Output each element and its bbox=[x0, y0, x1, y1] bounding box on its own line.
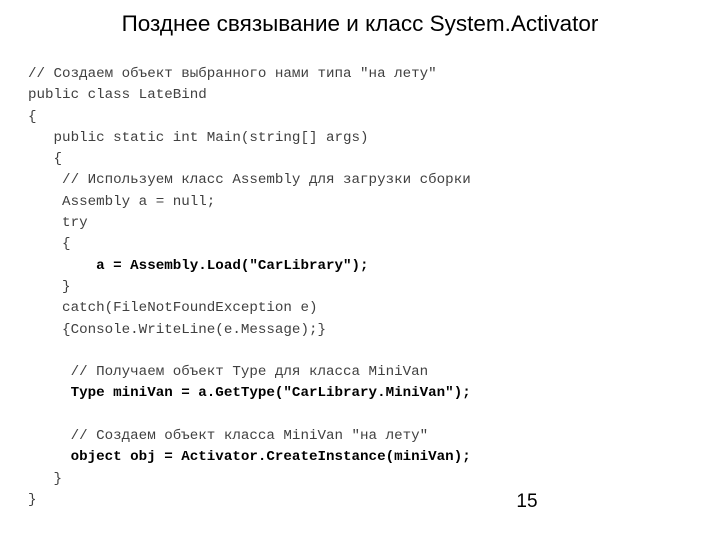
code-line: {Console.WriteLine(e.Message);} bbox=[28, 321, 326, 338]
code-line: object obj = Activator.CreateInstance(mi… bbox=[28, 449, 471, 466]
code-line: public class LateBind bbox=[28, 87, 207, 104]
page-title: Позднее связывание и класс System.Activa… bbox=[121, 11, 599, 36]
page-number: 15 bbox=[516, 491, 538, 512]
code-line: // Создаем объект выбранного нами типа "… bbox=[28, 66, 437, 82]
code-line: } bbox=[28, 491, 37, 508]
slide-canvas: Позднее связывание и класс System.Activa… bbox=[0, 0, 720, 540]
code-line: Assembly a = null; bbox=[28, 193, 216, 210]
code-line: } bbox=[28, 278, 71, 295]
code-line: Type miniVan = a.GetType("CarLibrary.Min… bbox=[28, 385, 471, 402]
code-line: { bbox=[28, 236, 71, 253]
code-line: try bbox=[28, 215, 88, 232]
code-line: // Создаем объект класса MiniVan "на лет… bbox=[28, 428, 429, 445]
code-line: // Используем класс Assembly для загрузк… bbox=[28, 172, 471, 189]
code-line: catch(FileNotFoundException e) bbox=[28, 300, 318, 317]
code-line: a = Assembly.Load("CarLibrary"); bbox=[28, 257, 369, 274]
code-block: // Создаем объект выбранного нами типа "… bbox=[28, 64, 698, 511]
code-line: // Получаем объект Type для класса MiniV… bbox=[28, 364, 429, 381]
code-line: { bbox=[28, 108, 37, 125]
code-line: { bbox=[28, 151, 63, 168]
code-line: public static int Main(string[] args) bbox=[28, 129, 369, 146]
code-line: } bbox=[28, 470, 63, 487]
